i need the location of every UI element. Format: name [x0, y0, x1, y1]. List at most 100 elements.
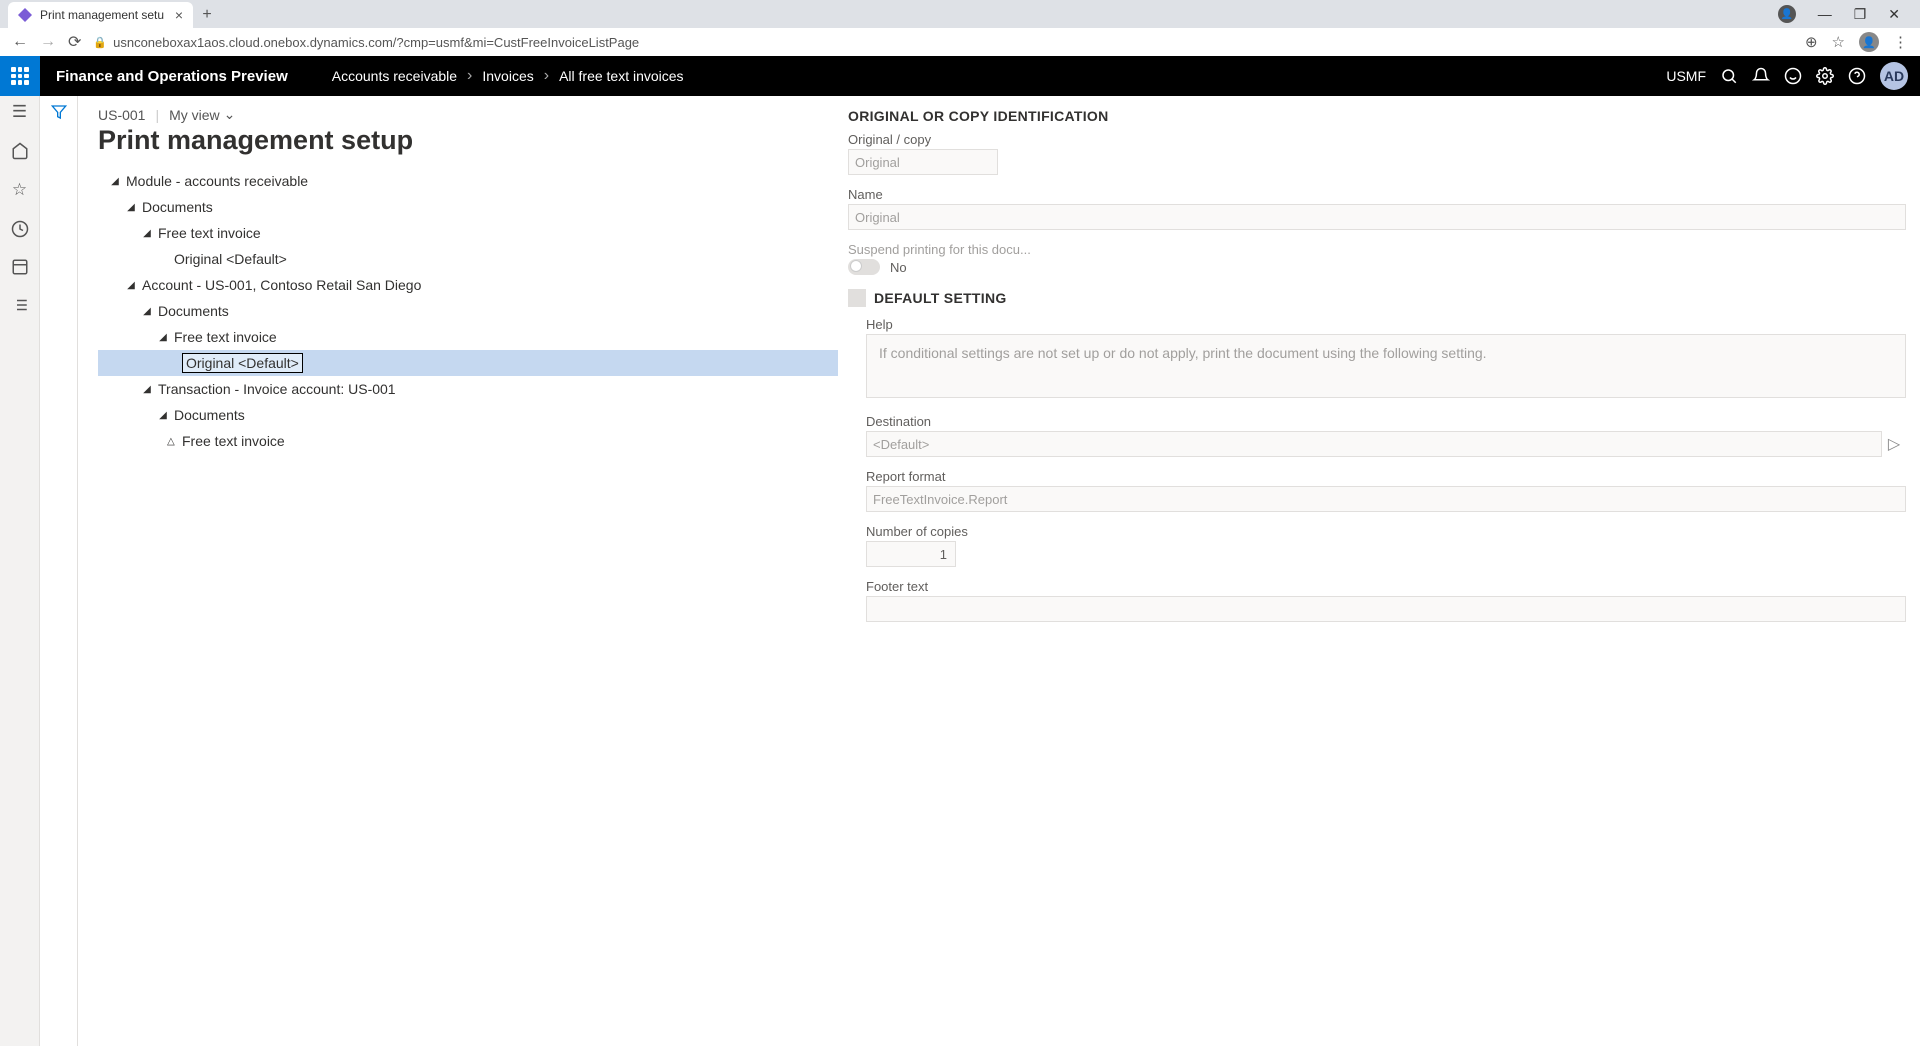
- toggle-label: No: [890, 260, 907, 275]
- breadcrumb: Accounts receivable › Invoices › All fre…: [332, 67, 684, 85]
- notification-icon[interactable]: [1752, 67, 1770, 85]
- tab-close-icon[interactable]: ×: [175, 7, 183, 23]
- tree-collapse-icon[interactable]: ◢: [140, 228, 154, 239]
- menu-icon[interactable]: ⋮: [1893, 33, 1908, 51]
- search-icon[interactable]: [1720, 67, 1738, 85]
- footer-input[interactable]: [866, 596, 1906, 622]
- app-body: ☰ ☆ US-001 | My view ⌄ Print management …: [0, 96, 1920, 1046]
- name-input[interactable]: Original: [848, 204, 1906, 230]
- modules-icon[interactable]: [11, 296, 29, 314]
- back-button[interactable]: ←: [12, 33, 28, 51]
- breadcrumb-item[interactable]: All free text invoices: [559, 68, 684, 84]
- field-label: Destination: [866, 414, 1906, 429]
- zoom-icon[interactable]: ⊕: [1805, 33, 1818, 51]
- reload-button[interactable]: ⟳: [68, 32, 81, 52]
- tree-collapse-icon[interactable]: ◢: [156, 410, 170, 421]
- clock-icon[interactable]: [11, 220, 29, 238]
- tree-collapse-icon[interactable]: ◢: [108, 176, 122, 187]
- chevron-right-icon: ›: [544, 67, 549, 85]
- destination-input[interactable]: <Default>: [866, 431, 1882, 457]
- field-label: Name: [848, 187, 1906, 202]
- forward-button[interactable]: →: [40, 33, 56, 51]
- view-selector[interactable]: My view ⌄: [169, 106, 235, 123]
- tree-label: Documents: [138, 199, 213, 215]
- field-label: Original / copy: [848, 132, 1906, 147]
- page-subheader: US-001 | My view ⌄: [98, 106, 838, 123]
- help-icon[interactable]: [1848, 67, 1866, 85]
- browser-tab[interactable]: Print management setu ×: [8, 2, 193, 28]
- tree-row[interactable]: ◢Documents: [98, 194, 838, 220]
- tree-row[interactable]: ◢Documents: [98, 402, 838, 428]
- tree-row[interactable]: Original <Default>: [98, 246, 838, 272]
- detail-pane: ORIGINAL OR COPY IDENTIFICATION Original…: [838, 106, 1906, 1046]
- app-title: Finance and Operations Preview: [40, 68, 304, 85]
- field-help: Help If conditional settings are not set…: [866, 317, 1906, 398]
- field-original-copy: Original / copy Original: [848, 132, 1906, 175]
- maximize-button[interactable]: ❐: [1854, 6, 1867, 23]
- field-label: Number of copies: [866, 524, 1906, 539]
- section-header: ORIGINAL OR COPY IDENTIFICATION: [848, 108, 1906, 124]
- main-content: US-001 | My view ⌄ Print management setu…: [78, 96, 1920, 1046]
- workspace-icon[interactable]: [11, 258, 29, 276]
- copies-input[interactable]: 1: [866, 541, 956, 567]
- user-avatar[interactable]: AD: [1880, 62, 1908, 90]
- field-report-format: Report format FreeTextInvoice.Report: [866, 469, 1906, 512]
- tab-bar: Print management setu × + 👤 — ❐ ✕: [0, 0, 1920, 28]
- left-pane: US-001 | My view ⌄ Print management setu…: [98, 106, 838, 1046]
- sidebar: ☰ ☆: [0, 96, 40, 1046]
- lock-icon: 🔒: [93, 36, 107, 49]
- tree-collapse-icon[interactable]: ◢: [124, 280, 138, 291]
- tree-row[interactable]: ▷Free text invoice: [98, 428, 838, 454]
- tree-label: Free text invoice: [154, 225, 261, 241]
- suspend-toggle[interactable]: [848, 259, 880, 275]
- company-label[interactable]: USMF: [1666, 68, 1706, 84]
- tab-favicon-icon: [18, 8, 32, 22]
- tree-row[interactable]: ◢Account - US-001, Contoso Retail San Di…: [98, 272, 838, 298]
- destination-lookup-button[interactable]: ▷: [1882, 431, 1906, 457]
- incognito-icon[interactable]: 👤: [1778, 5, 1796, 23]
- breadcrumb-item[interactable]: Invoices: [482, 68, 533, 84]
- record-id: US-001: [98, 107, 145, 123]
- minimize-button[interactable]: —: [1818, 6, 1832, 22]
- star-icon[interactable]: ☆: [12, 180, 27, 200]
- view-label: My view: [169, 107, 220, 123]
- field-copies: Number of copies 1: [866, 524, 1906, 567]
- tree-view: ◢Module - accounts receivable◢Documents◢…: [98, 168, 838, 454]
- tree-expand-icon[interactable]: ▷: [166, 434, 177, 448]
- tree-collapse-icon[interactable]: ◢: [140, 306, 154, 317]
- original-copy-input[interactable]: Original: [848, 149, 998, 175]
- tree-collapse-icon[interactable]: ◢: [156, 332, 170, 343]
- hamburger-icon[interactable]: ☰: [12, 102, 27, 122]
- tree-collapse-icon[interactable]: ◢: [124, 202, 138, 213]
- app-header: Finance and Operations Preview Accounts …: [0, 56, 1920, 96]
- profile-icon[interactable]: 👤: [1859, 32, 1879, 52]
- tree-label: Original <Default>: [170, 251, 287, 267]
- tree-row[interactable]: ◢Free text invoice: [98, 324, 838, 350]
- bookmark-icon[interactable]: ☆: [1832, 33, 1845, 51]
- new-tab-button[interactable]: +: [193, 2, 221, 28]
- home-icon[interactable]: [11, 142, 29, 160]
- tree-row[interactable]: ◢Free text invoice: [98, 220, 838, 246]
- report-format-input[interactable]: FreeTextInvoice.Report: [866, 486, 1906, 512]
- help-text: If conditional settings are not set up o…: [866, 334, 1906, 398]
- tree-collapse-icon[interactable]: ◢: [140, 384, 154, 395]
- tree-row[interactable]: ◢Module - accounts receivable: [98, 168, 838, 194]
- default-checkbox[interactable]: [848, 289, 866, 307]
- filter-column: [40, 96, 78, 1046]
- tree-label: Documents: [170, 407, 245, 423]
- smiley-icon[interactable]: [1784, 67, 1802, 85]
- app-launcher-button[interactable]: [0, 56, 40, 96]
- close-window-button[interactable]: ✕: [1888, 6, 1900, 23]
- tree-row[interactable]: ◢Documents: [98, 298, 838, 324]
- breadcrumb-item[interactable]: Accounts receivable: [332, 68, 457, 84]
- grid-icon: [11, 67, 29, 85]
- url-text: usnconeboxax1aos.cloud.onebox.dynamics.c…: [113, 35, 639, 50]
- tree-row[interactable]: Original <Default>: [98, 350, 838, 376]
- gear-icon[interactable]: [1816, 67, 1834, 85]
- tree-row[interactable]: ◢Transaction - Invoice account: US-001: [98, 376, 838, 402]
- url-field[interactable]: 🔒 usnconeboxax1aos.cloud.onebox.dynamics…: [93, 35, 1793, 50]
- filter-icon[interactable]: [51, 104, 67, 1046]
- field-label: Footer text: [866, 579, 1906, 594]
- tree-label: Original <Default>: [178, 353, 303, 373]
- tree-label: Free text invoice: [170, 329, 277, 345]
